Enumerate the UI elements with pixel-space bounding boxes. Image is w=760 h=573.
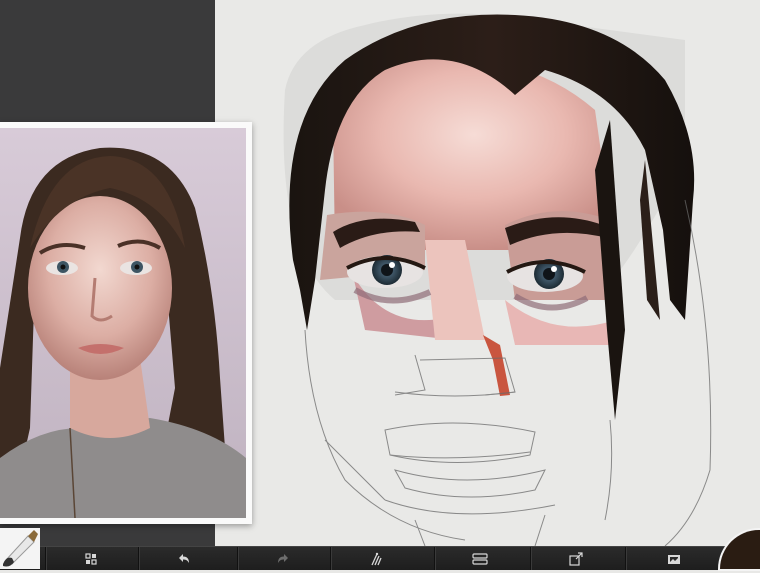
export-button[interactable] [530,547,621,570]
undo-button[interactable] [138,547,229,570]
layers-button[interactable] [434,547,525,570]
redo-icon [278,553,288,563]
brushes-button[interactable] [330,547,421,570]
gallery-button[interactable] [625,547,721,570]
reference-photo[interactable] [0,122,252,524]
portrait-painting[interactable] [215,0,760,547]
paintbrush-icon [0,528,40,569]
bottom-toolbar [0,546,760,570]
undo-icon [179,553,189,563]
layers-icon [472,552,488,565]
transform-icon [85,552,97,565]
reference-portrait [0,128,246,518]
transform-button[interactable] [45,547,136,570]
gallery-icon [667,554,680,564]
redo-button[interactable] [237,547,328,570]
brush-select-icon [371,552,382,565]
painting-canvas[interactable] [0,0,760,547]
current-brush-button[interactable] [0,528,40,569]
export-icon [569,551,583,566]
portrait-artwork [283,13,712,547]
